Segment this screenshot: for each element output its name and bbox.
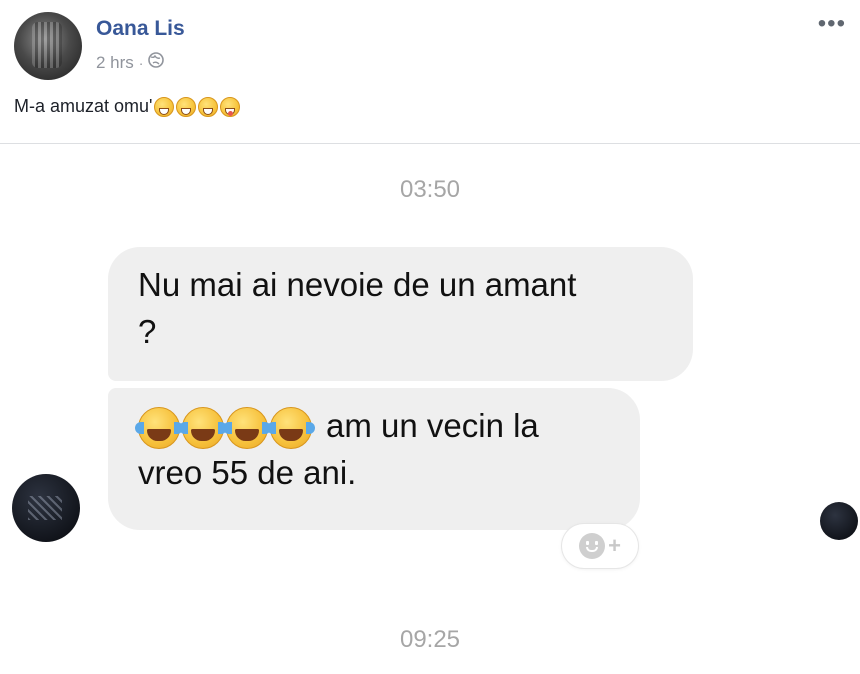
face-with-tears-of-joy-icon — [179, 407, 227, 450]
add-reaction-button[interactable]: + — [562, 524, 638, 568]
message-bubble-1: Nu mai ai nevoie de un amant ? — [108, 247, 693, 381]
caption-emojis — [154, 96, 241, 117]
message-2-line1-row: am un vecin la — [135, 402, 618, 450]
conversation-screenshot: 03:50 Nu mai ai nevoie de un amant ? am … — [0, 144, 860, 674]
timestamp-top: 03:50 — [399, 176, 461, 203]
post-header: Oana Lis 2 hrs · ••• M-a amuzat omu' — [0, 0, 860, 145]
message-2-emojis — [135, 407, 315, 450]
plus-icon: + — [608, 533, 621, 558]
grinning-face-icon — [154, 96, 175, 117]
laughing-face-icon — [176, 96, 197, 117]
read-receipt-avatar — [820, 502, 858, 540]
author-avatar[interactable] — [14, 12, 82, 80]
tongue-face-icon — [220, 96, 241, 117]
message-1-line2: ? — [138, 313, 157, 350]
post-caption: M-a amuzat omu' — [14, 96, 241, 117]
face-with-tears-of-joy-icon — [135, 407, 183, 450]
caption-text: M-a amuzat omu' — [14, 96, 153, 116]
rolling-on-floor-laughing-icon — [198, 96, 219, 117]
smiley-icon — [579, 533, 606, 559]
timestamp-bottom: 09:25 — [399, 626, 461, 653]
message-2-line1: am un vecin la — [326, 407, 539, 444]
message-2-line2: vreo 55 de ani. — [138, 454, 357, 492]
face-with-tears-of-joy-icon — [267, 407, 315, 450]
message-bubble-2: am un vecin la vreo 55 de ani. — [108, 388, 640, 530]
more-options-button[interactable]: ••• — [818, 10, 846, 38]
face-with-tears-of-joy-icon — [223, 407, 271, 450]
post-meta: 2 hrs · — [96, 52, 165, 73]
message-1-line1: Nu mai ai nevoie de un amant — [138, 266, 577, 303]
author-name[interactable]: Oana Lis — [96, 17, 185, 41]
sender-avatar[interactable] — [12, 474, 80, 542]
meta-separator: · — [138, 54, 144, 71]
globe-icon — [148, 52, 165, 73]
post-time[interactable]: 2 hrs — [96, 53, 134, 73]
